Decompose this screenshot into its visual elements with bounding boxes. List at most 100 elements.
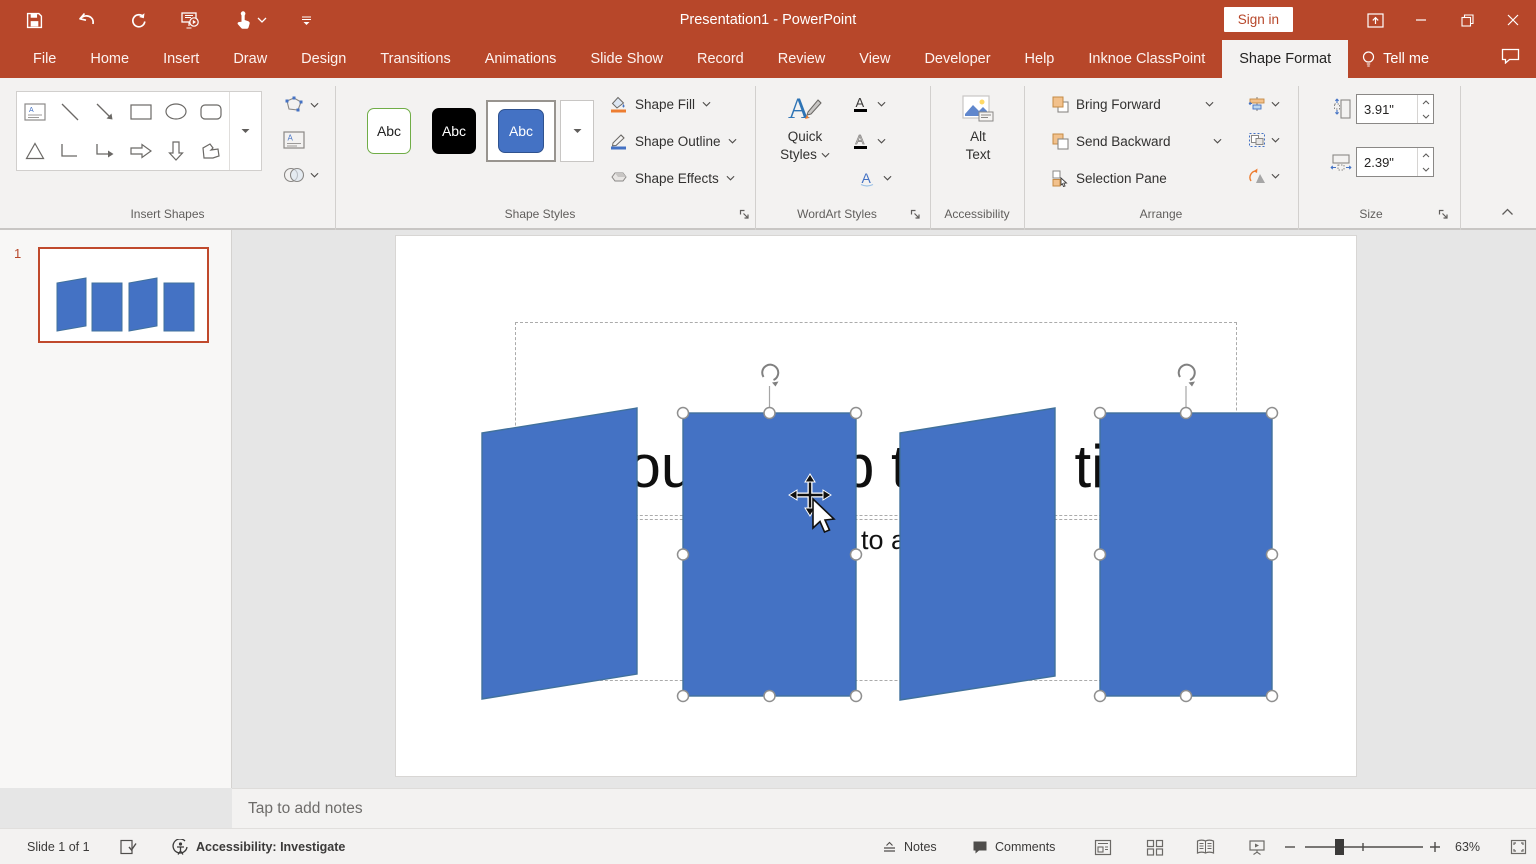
selection-handle[interactable] <box>851 408 862 419</box>
shape-outline-button[interactable]: Shape Outline <box>610 127 737 155</box>
text-fill-button[interactable]: A <box>852 90 886 118</box>
selection-handle[interactable] <box>764 691 775 702</box>
group-objects-button[interactable] <box>1248 132 1280 148</box>
shape-parallelogram-1[interactable] <box>482 408 637 699</box>
rounded-rectangle-shape-icon[interactable] <box>196 97 226 127</box>
ribbon-display-options-icon[interactable] <box>1352 0 1398 40</box>
tab-home[interactable]: Home <box>73 40 146 78</box>
collapse-ribbon-icon[interactable] <box>1500 205 1514 219</box>
zoom-in-button[interactable] <box>1429 829 1441 864</box>
shape-width-input[interactable]: 2.39" <box>1356 147 1434 177</box>
selection-handle[interactable] <box>851 691 862 702</box>
align-objects-button[interactable] <box>1248 96 1280 112</box>
reading-view-button[interactable] <box>1196 829 1215 864</box>
rotate-objects-button[interactable] <box>1248 168 1280 184</box>
text-effects-button[interactable]: A <box>858 164 892 192</box>
elbow-connector-icon[interactable] <box>55 136 85 166</box>
tab-slide-show[interactable]: Slide Show <box>573 40 680 78</box>
notes-placeholder[interactable]: Tap to add notes <box>232 800 363 818</box>
fit-slide-to-window-button[interactable] <box>1510 829 1527 864</box>
rectangle-shape-icon[interactable] <box>126 97 156 127</box>
shape-effects-button[interactable]: Shape Effects <box>610 164 735 192</box>
freeform-shape-icon[interactable] <box>196 136 226 166</box>
zoom-level[interactable]: 63% <box>1455 829 1480 864</box>
zoom-out-button[interactable] <box>1284 829 1296 864</box>
notes-pane[interactable]: Tap to add notes <box>232 788 1536 828</box>
accessibility-status[interactable]: Accessibility: Investigate <box>172 829 345 864</box>
spin-down-icon[interactable] <box>1418 162 1433 176</box>
undo-icon[interactable] <box>77 12 96 28</box>
spin-up-icon[interactable] <box>1418 95 1433 109</box>
triangle-shape-icon[interactable] <box>20 136 50 166</box>
send-backward-button[interactable]: Send Backward <box>1052 127 1222 155</box>
tab-developer[interactable]: Developer <box>907 40 1007 78</box>
text-box-button[interactable]: A <box>283 131 305 149</box>
shape-height-input[interactable]: 3.91" <box>1356 94 1434 124</box>
selection-handle[interactable] <box>1095 549 1106 560</box>
comments-toggle[interactable]: Comments <box>972 829 1055 864</box>
tab-draw[interactable]: Draw <box>216 40 284 78</box>
elbow-arrow-connector-icon[interactable] <box>90 136 120 166</box>
text-outline-button[interactable]: A <box>852 127 886 155</box>
rotate-handle-icon[interactable] <box>1175 363 1197 387</box>
selection-pane-button[interactable]: Selection Pane <box>1052 164 1167 192</box>
selection-handle[interactable] <box>1267 408 1278 419</box>
text-box-shape-icon[interactable]: A <box>20 97 50 127</box>
shape-styles-dialog-launcher-icon[interactable] <box>737 207 751 221</box>
selection-handle[interactable] <box>764 408 775 419</box>
touch-mouse-mode-icon[interactable] <box>235 11 267 29</box>
shape-rectangle-2-selected[interactable] <box>683 413 856 696</box>
tab-design[interactable]: Design <box>284 40 363 78</box>
line-shape-icon[interactable] <box>55 97 85 127</box>
selection-handle[interactable] <box>1181 691 1192 702</box>
shape-height-value[interactable]: 3.91" <box>1357 102 1417 117</box>
edit-shape-button[interactable] <box>283 96 319 114</box>
shape-width-value[interactable]: 2.39" <box>1357 155 1417 170</box>
tab-shape-format[interactable]: Shape Format <box>1222 40 1348 78</box>
save-icon[interactable] <box>26 12 43 29</box>
selection-handle[interactable] <box>1095 691 1106 702</box>
selection-handle[interactable] <box>1267 691 1278 702</box>
shape-style-swatch-selected[interactable]: Abc <box>486 100 556 162</box>
selection-handle[interactable] <box>678 408 689 419</box>
selection-handle[interactable] <box>678 549 689 560</box>
slide-indicator[interactable]: Slide 1 of 1 <box>27 829 90 864</box>
tell-me-button[interactable]: Tell me <box>1348 40 1443 78</box>
tab-transitions[interactable]: Transitions <box>363 40 467 78</box>
normal-view-button[interactable] <box>1094 829 1112 864</box>
down-arrow-shape-icon[interactable] <box>161 136 191 166</box>
selection-handle[interactable] <box>1181 408 1192 419</box>
arrow-shape-icon[interactable] <box>90 97 120 127</box>
feedback-icon[interactable] <box>1501 48 1520 69</box>
slide-thumbnail-1[interactable] <box>38 247 209 343</box>
wordart-dialog-launcher-icon[interactable] <box>908 207 922 221</box>
oval-shape-icon[interactable] <box>161 97 191 127</box>
customize-qat-icon[interactable] <box>301 15 312 26</box>
proofing-icon[interactable] <box>120 829 137 864</box>
bring-forward-button[interactable]: Bring Forward <box>1052 90 1214 118</box>
sign-in-button[interactable]: Sign in <box>1224 7 1293 32</box>
slide-sorter-view-button[interactable] <box>1146 829 1164 864</box>
spin-up-icon[interactable] <box>1418 148 1433 162</box>
spin-down-icon[interactable] <box>1418 109 1433 123</box>
tab-inknoe-classpoint[interactable]: Inknoe ClassPoint <box>1071 40 1222 78</box>
selection-handle[interactable] <box>1267 549 1278 560</box>
merge-shapes-button[interactable] <box>283 166 319 184</box>
shapes-gallery-more-button[interactable] <box>229 92 261 170</box>
minimize-button[interactable] <box>1398 0 1444 40</box>
tab-file[interactable]: File <box>16 40 73 78</box>
zoom-slider-thumb[interactable] <box>1335 839 1344 855</box>
zoom-slider[interactable] <box>1303 829 1425 864</box>
slide-editing-surface[interactable]: Double tap to add title Double tap to ad… <box>396 236 1356 776</box>
shape-parallelogram-3[interactable] <box>900 408 1055 700</box>
right-arrow-shape-icon[interactable] <box>126 136 156 166</box>
tab-insert[interactable]: Insert <box>146 40 216 78</box>
quick-styles-button[interactable]: A Quick Styles <box>770 88 840 164</box>
size-dialog-launcher-icon[interactable] <box>1436 207 1450 221</box>
tab-view[interactable]: View <box>842 40 907 78</box>
tab-review[interactable]: Review <box>761 40 843 78</box>
restore-button[interactable] <box>1444 0 1490 40</box>
tab-help[interactable]: Help <box>1008 40 1072 78</box>
selection-handle[interactable] <box>1095 408 1106 419</box>
redo-icon[interactable] <box>130 12 147 29</box>
